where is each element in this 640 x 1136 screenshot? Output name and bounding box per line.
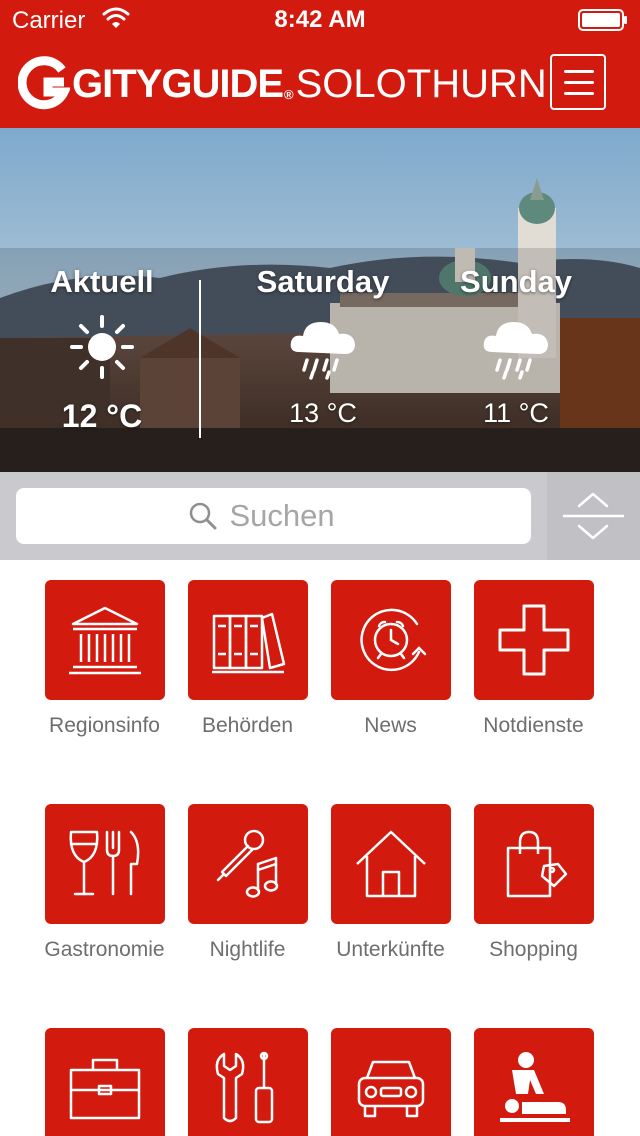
category-label: Gastronomie [44, 938, 165, 961]
weather-day-label: Saturday [256, 264, 390, 299]
category-services[interactable] [176, 1028, 319, 1136]
weather-day-label: Sunday [460, 264, 572, 299]
category-notdienste[interactable]: Notdienste [462, 580, 605, 738]
weather-temperature: 13 °C [289, 398, 357, 428]
menu-icon-bar [564, 81, 594, 84]
massage-icon [499, 1052, 570, 1122]
category-label: Regionsinfo [49, 714, 160, 737]
category-mobility[interactable] [319, 1028, 462, 1136]
building-icon [68, 606, 141, 675]
search-bar [0, 472, 640, 560]
house-icon [355, 830, 426, 898]
weather-temperature: 11 °C [483, 398, 549, 428]
binders-icon [211, 612, 285, 674]
category-icon-tile [330, 804, 451, 924]
category-label: Shopping [489, 938, 578, 961]
category-icon-tile [330, 580, 451, 700]
menu-button[interactable] [550, 54, 606, 110]
category-icon-tile [473, 804, 594, 924]
microphone-music-icon [216, 829, 278, 898]
category-unterkuenfte[interactable]: Unterkünfte [319, 804, 462, 962]
category-grid: Regionsinfo Behörden News Notdienste Gas… [0, 560, 640, 1136]
car-icon [357, 1060, 424, 1118]
logo-g-icon [18, 56, 70, 110]
wine-cutlery-icon [69, 830, 139, 896]
category-nightlife[interactable]: Nightlife [176, 804, 319, 962]
category-icon-tile [44, 580, 165, 700]
weather-forecast-sunday: Sunday 11 °C [416, 264, 616, 429]
category-shopping[interactable]: Shopping [462, 804, 605, 962]
briefcase-icon [69, 1058, 140, 1120]
category-regionsinfo[interactable]: Regionsinfo [33, 580, 176, 738]
search-input[interactable] [229, 498, 360, 534]
category-label: Nightlife [209, 938, 286, 961]
status-time: 8:42 AM [274, 6, 366, 33]
weather-current: Aktuell 12 °C [2, 264, 202, 435]
app-header: Carrier 8:42 AM GITYGUIDE ® SOLOTHURN [0, 0, 640, 128]
alarm-clock-icon [359, 608, 426, 672]
category-news[interactable]: News [319, 580, 462, 738]
rain-cloud-icon [290, 322, 355, 380]
search-icon [189, 502, 216, 530]
status-bar: Carrier 8:42 AM [0, 0, 640, 40]
weather-forecast-saturday: Saturday 13 °C [223, 264, 423, 429]
rain-cloud-icon [483, 322, 548, 380]
category-wellness[interactable] [462, 1028, 605, 1136]
menu-icon-bar [564, 70, 594, 73]
brand-name: GITYGUIDE [72, 61, 284, 106]
chevron-up-down-icon [563, 492, 624, 540]
city-name: SOLOTHURN [295, 61, 547, 106]
category-icon-tile [187, 804, 308, 924]
tools-icon [215, 1051, 273, 1124]
weather-divider [199, 280, 201, 438]
weather-day-label: Aktuell [50, 264, 154, 299]
app-logo: GITYGUIDE ® SOLOTHURN [18, 56, 547, 112]
battery-icon [578, 9, 627, 31]
registered-mark: ® [284, 86, 294, 102]
category-behoerden[interactable]: Behörden [176, 580, 319, 738]
cross-icon [498, 604, 569, 676]
category-icon-tile [187, 580, 308, 700]
category-gastronomie[interactable]: Gastronomie [33, 804, 176, 962]
sort-toggle-button[interactable] [547, 472, 640, 560]
category-label: Unterkünfte [336, 938, 445, 961]
category-icon-tile [473, 1028, 594, 1136]
category-icon-tile [330, 1028, 451, 1136]
category-icon-tile [473, 580, 594, 700]
search-field[interactable] [16, 488, 531, 544]
category-business[interactable] [33, 1028, 176, 1136]
shopping-bag-icon [506, 830, 567, 898]
category-label: Notdienste [483, 714, 584, 737]
category-icon-tile [44, 1028, 165, 1136]
menu-icon-bar [564, 92, 594, 95]
category-icon-tile [187, 1028, 308, 1136]
sun-icon [70, 315, 134, 379]
category-icon-tile [44, 804, 165, 924]
category-label: News [364, 714, 417, 737]
category-label: Behörden [201, 714, 294, 737]
weather-temperature: 12 °C [61, 398, 143, 434]
weather-panel: Aktuell 12 °C Saturday 13 °C Sunday 11 °… [0, 128, 640, 472]
